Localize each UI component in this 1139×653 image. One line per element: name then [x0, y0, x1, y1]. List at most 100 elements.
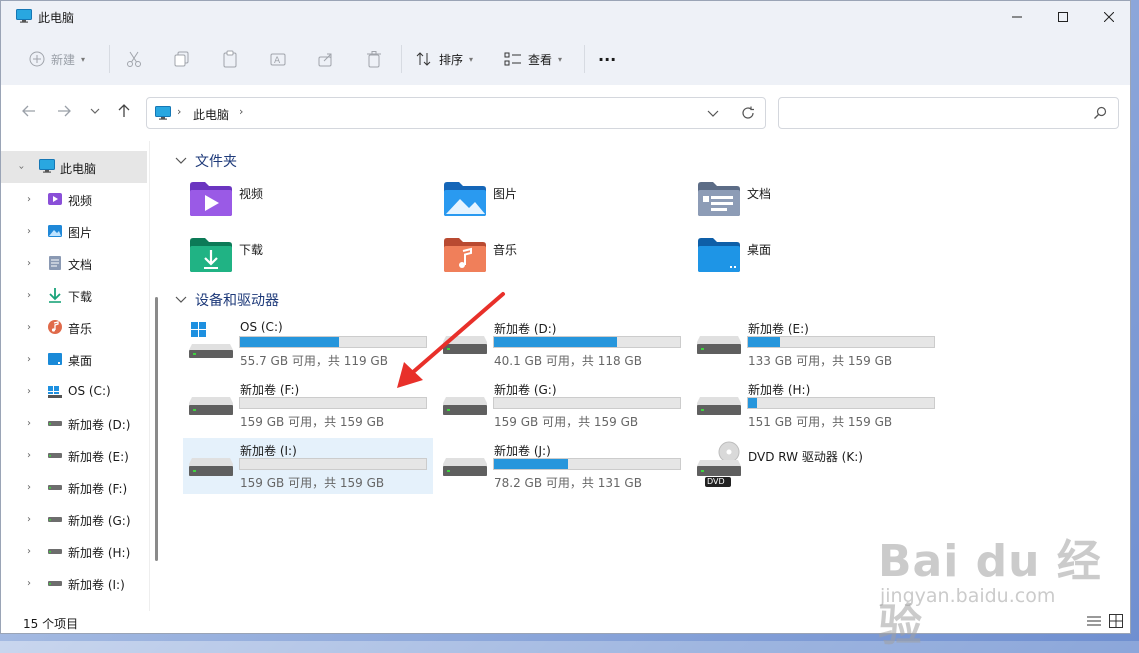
folder-label: 下载: [239, 243, 264, 257]
sidebar-item-drive-g[interactable]: › 新加卷 (G:): [1, 503, 147, 535]
chevron-right-icon[interactable]: ›: [27, 386, 31, 397]
chevron-right-icon[interactable]: ›: [27, 482, 31, 493]
drive-d[interactable]: 新加卷 (D:) 40.1 GB 可用，共 118 GB: [437, 316, 687, 372]
sidebar-item-label: 新加卷 (G:): [68, 514, 131, 528]
drive-c[interactable]: OS (C:) 55.7 GB 可用，共 119 GB: [183, 316, 433, 372]
drive-dvd-k[interactable]: DVD DVD RW 驱动器 (K:): [691, 438, 941, 494]
folder-music[interactable]: 音乐: [443, 237, 673, 285]
maximize-button[interactable]: [1040, 1, 1086, 33]
refresh-button[interactable]: [741, 106, 755, 123]
window-title: 此电脑: [38, 11, 75, 25]
more-icon: ···: [598, 49, 617, 69]
arrow-left-icon: [22, 105, 35, 117]
delete-button[interactable]: [365, 45, 383, 73]
chevron-right-icon[interactable]: ›: [27, 546, 31, 557]
chevron-right-icon[interactable]: ›: [27, 578, 31, 589]
video-folder-icon: [190, 182, 232, 216]
trash-icon: [367, 51, 381, 68]
chevron-right-icon[interactable]: ›: [27, 354, 31, 365]
copy-button[interactable]: [173, 45, 191, 73]
drive-g[interactable]: 新加卷 (G:) 159 GB 可用，共 159 GB: [437, 377, 687, 433]
sidebar-item-this-pc[interactable]: › 此电脑: [1, 151, 147, 183]
sidebar-item-videos[interactable]: › 视频: [1, 183, 147, 215]
breadcrumb-chevron-icon[interactable]: ›: [239, 105, 243, 118]
sidebar-item-drive-h[interactable]: › 新加卷 (H:): [1, 535, 147, 567]
share-icon: [318, 53, 332, 67]
up-button[interactable]: [116, 103, 132, 122]
drive-icon: [47, 511, 63, 527]
chevron-right-icon[interactable]: ›: [27, 322, 31, 333]
paste-button[interactable]: [221, 45, 239, 73]
cut-button[interactable]: [125, 45, 143, 73]
drive-e[interactable]: 新加卷 (E:) 133 GB 可用，共 159 GB: [691, 316, 941, 372]
drive-f[interactable]: 新加卷 (F:) 159 GB 可用，共 159 GB: [183, 377, 433, 433]
toolbar-separator: [584, 45, 585, 73]
folder-pictures[interactable]: 图片: [443, 181, 673, 229]
close-button[interactable]: [1086, 1, 1130, 33]
chevron-right-icon[interactable]: ›: [27, 418, 31, 429]
navigation-pane: › 此电脑 › 视频 › 图片 › 文档 › 下载 › 音乐 › 桌面 › OS…: [1, 141, 149, 611]
download-folder-icon: [190, 238, 232, 272]
sidebar-item-pictures[interactable]: › 图片: [1, 215, 147, 247]
drive-icon: [443, 456, 487, 481]
sidebar-item-label: 桌面: [68, 354, 93, 368]
sidebar-item-music[interactable]: › 音乐: [1, 311, 147, 343]
share-button[interactable]: [317, 45, 335, 73]
folder-desktop[interactable]: 桌面: [697, 237, 927, 285]
new-label: 新建: [51, 52, 76, 67]
search-box[interactable]: [778, 97, 1119, 129]
folder-videos[interactable]: 视频: [189, 181, 419, 229]
chevron-right-icon[interactable]: ›: [27, 290, 31, 301]
breadcrumb-this-pc[interactable]: 此电脑: [193, 106, 229, 123]
more-button[interactable]: ···: [598, 45, 616, 73]
back-button[interactable]: [21, 103, 37, 122]
chevron-right-icon[interactable]: ›: [27, 194, 31, 205]
chevron-right-icon[interactable]: ›: [27, 226, 31, 237]
sidebar-item-drive-c[interactable]: › OS (C:): [1, 375, 147, 407]
drive-icon: [47, 543, 63, 559]
clipboard-icon: [223, 50, 237, 68]
new-button[interactable]: 新建 ▾: [29, 45, 85, 73]
sort-button[interactable]: 排序 ▾: [415, 45, 473, 73]
sidebar-item-drive-e[interactable]: › 新加卷 (E:): [1, 439, 147, 471]
recent-locations-button[interactable]: [89, 103, 101, 122]
chevron-down-icon[interactable]: ›: [16, 166, 27, 170]
chevron-right-icon[interactable]: ›: [27, 514, 31, 525]
address-bar[interactable]: › 此电脑 ›: [146, 97, 766, 129]
chevron-down-icon: ▾: [558, 54, 563, 64]
sidebar-item-drive-i[interactable]: › 新加卷 (I:): [1, 567, 147, 599]
minimize-button[interactable]: [994, 1, 1040, 33]
folder-downloads[interactable]: 下载: [189, 237, 419, 285]
scissors-icon: [127, 51, 141, 67]
group-header-drives[interactable]: 设备和驱动器: [175, 290, 279, 310]
sidebar-scrollbar[interactable]: [155, 297, 158, 561]
drive-icon: [47, 479, 63, 495]
folder-documents[interactable]: 文档: [697, 181, 927, 229]
chevron-right-icon[interactable]: ›: [27, 450, 31, 461]
drive-icon: [189, 395, 233, 420]
group-title: 设备和驱动器: [195, 293, 279, 309]
sidebar-item-drive-f[interactable]: › 新加卷 (F:): [1, 471, 147, 503]
maximize-icon: [1058, 12, 1068, 22]
sidebar-item-desktop[interactable]: › 桌面: [1, 343, 147, 375]
sidebar-item-drive-d[interactable]: › 新加卷 (D:): [1, 407, 147, 439]
drive-j[interactable]: 新加卷 (J:) 78.2 GB 可用，共 131 GB: [437, 438, 687, 494]
sidebar-item-downloads[interactable]: › 下载: [1, 279, 147, 311]
forward-button[interactable]: [56, 103, 72, 122]
address-history-button[interactable]: [707, 108, 719, 122]
drive-usage-bar: [493, 397, 681, 409]
sidebar-item-documents[interactable]: › 文档: [1, 247, 147, 279]
chevron-down-icon: [90, 108, 100, 114]
toolbar-separator: [401, 45, 402, 73]
view-button[interactable]: 查看 ▾: [504, 45, 562, 73]
drive-size: 78.2 GB 可用，共 131 GB: [494, 476, 642, 490]
chevron-right-icon[interactable]: ›: [27, 258, 31, 269]
drive-name: 新加卷 (J:): [494, 444, 551, 458]
desktop-folder-icon: [698, 238, 740, 272]
group-header-folders[interactable]: 文件夹: [175, 151, 237, 171]
drive-size: 159 GB 可用，共 159 GB: [240, 415, 385, 429]
pc-icon: [39, 159, 55, 175]
rename-button[interactable]: A: [269, 45, 287, 73]
drive-i[interactable]: 新加卷 (I:) 159 GB 可用，共 159 GB: [183, 438, 433, 494]
drive-h[interactable]: 新加卷 (H:) 151 GB 可用，共 159 GB: [691, 377, 941, 433]
